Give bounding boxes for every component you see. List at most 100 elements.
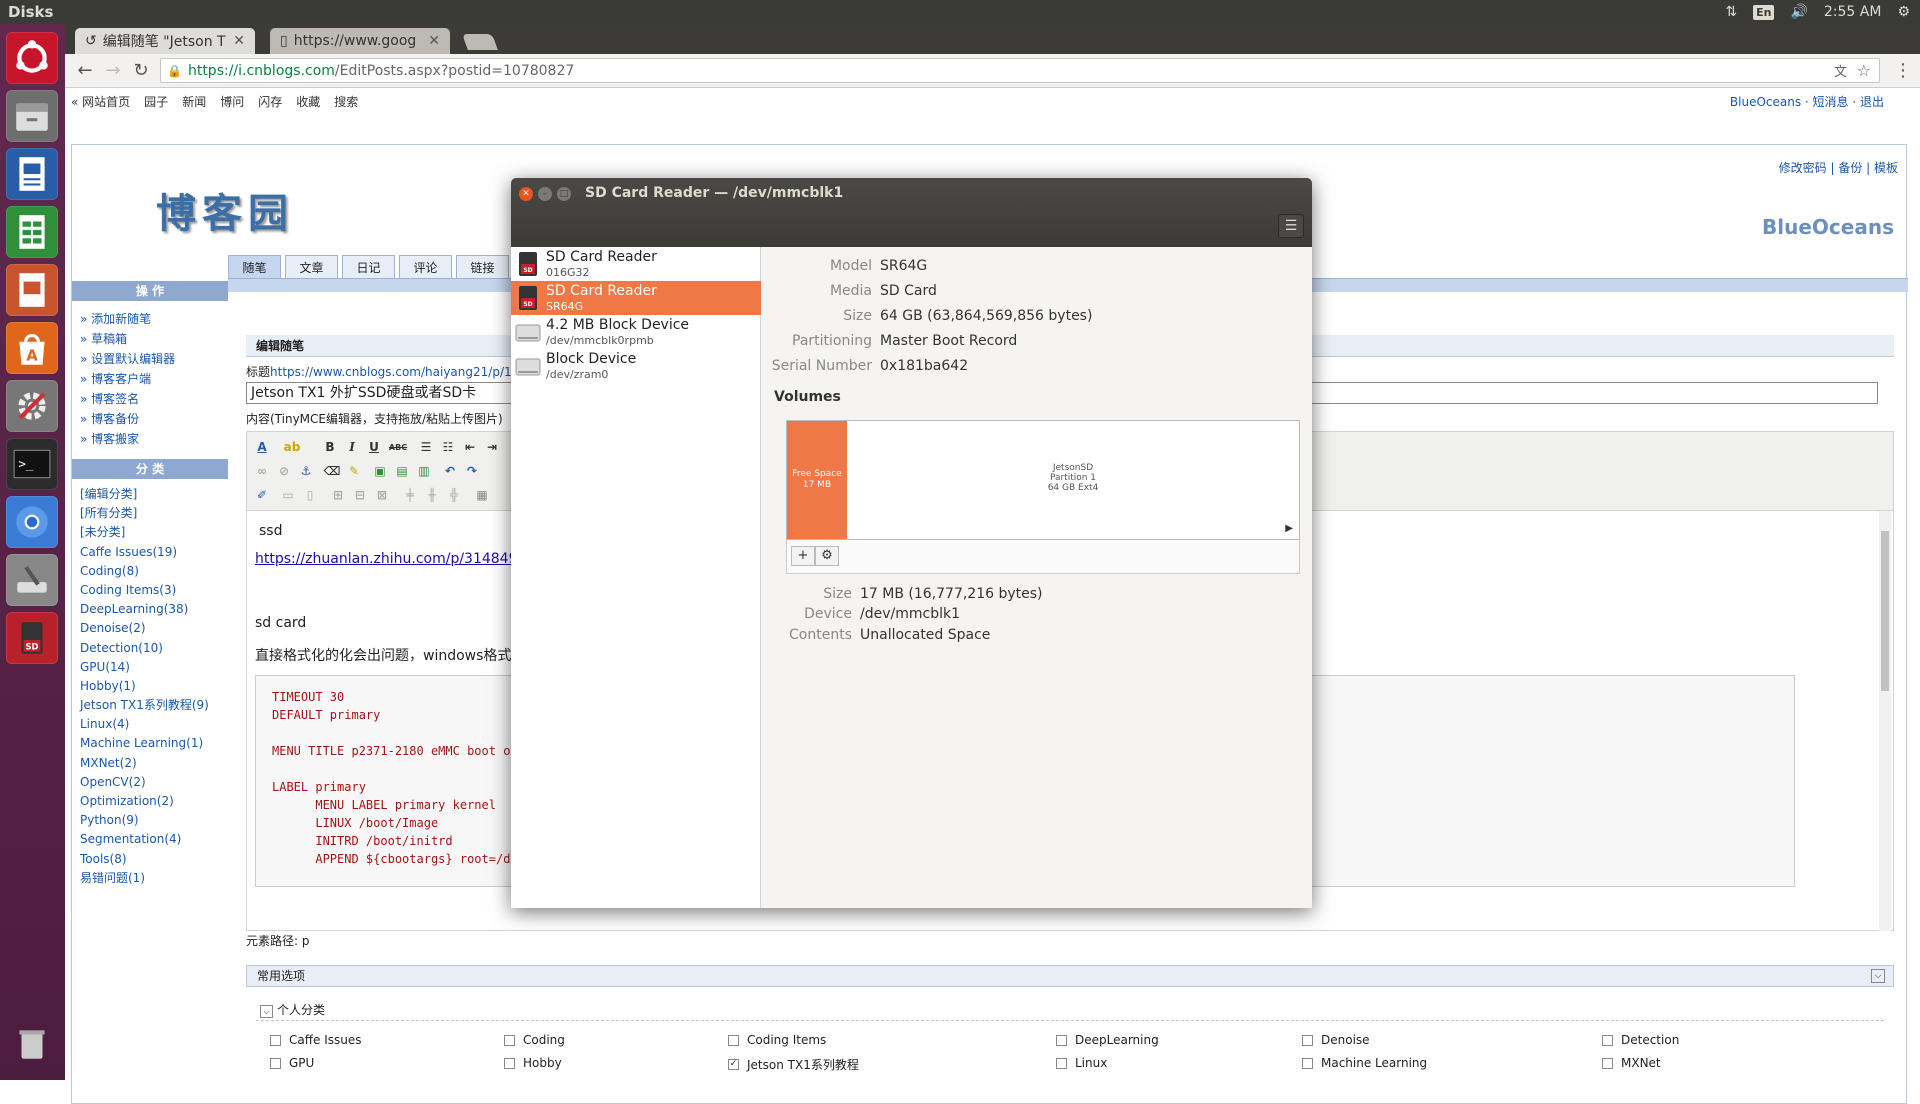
gears-icon[interactable]: ⚙ xyxy=(815,546,839,566)
ubuntu-dash-icon[interactable] xyxy=(6,32,58,84)
numbered-list-icon[interactable]: ☷ xyxy=(439,438,457,456)
collapse-icon[interactable]: ⌵ xyxy=(260,1005,273,1018)
redo-icon[interactable]: ↷ xyxy=(463,462,481,480)
category-link[interactable]: 易错问题(1) xyxy=(80,869,228,888)
category-checkbox[interactable]: Caffe Issues xyxy=(270,1033,361,1047)
op-migrate[interactable]: » 博客搬家 xyxy=(80,429,228,449)
category-link[interactable]: GPU(14) xyxy=(80,658,228,677)
scrollbar-thumb[interactable] xyxy=(1881,531,1889,691)
category-link[interactable]: Machine Learning(1) xyxy=(80,734,228,753)
device-item-selected[interactable]: SD SD Card Reader SR64G xyxy=(511,281,761,315)
post-permalink[interactable]: https://www.cnblogs.com/haiyang21/p/1078… xyxy=(270,365,550,379)
nav-news-link[interactable]: 新闻 xyxy=(182,93,206,110)
op-add-post[interactable]: » 添加新随笔 xyxy=(80,309,228,329)
category-link[interactable]: Segmentation(4) xyxy=(80,830,228,849)
bullet-list-icon[interactable]: ☰ xyxy=(417,438,435,456)
system-settings-icon[interactable] xyxy=(6,380,58,432)
checkbox-box[interactable] xyxy=(270,1034,281,1046)
device-item[interactable]: SD SD Card Reader 016G32 xyxy=(511,247,761,281)
tab-google[interactable]: ▯ https://www.goog ✕ xyxy=(270,28,450,54)
editor-link[interactable]: https://zhuanlan.zhihu.com/p/31484956 xyxy=(255,551,535,567)
checkbox-box[interactable] xyxy=(1302,1057,1313,1069)
new-tab-button[interactable] xyxy=(462,34,498,50)
category-link[interactable]: Denoise(2) xyxy=(80,619,228,638)
link-icon[interactable]: ∞ xyxy=(253,462,271,480)
font-color-icon[interactable]: A xyxy=(253,438,271,456)
insert-image-icon[interactable]: ▣ xyxy=(371,462,389,480)
checkbox-box[interactable] xyxy=(1302,1034,1313,1046)
category-checkbox[interactable]: Machine Learning xyxy=(1302,1056,1427,1070)
common-options-heading[interactable]: 常用选项 ⌵ xyxy=(246,965,1894,987)
sd-card-app-icon[interactable]: SD xyxy=(6,612,58,664)
volume-icon[interactable]: 🔊 xyxy=(1790,4,1807,20)
browser-menu-icon[interactable]: ⋮ xyxy=(1894,60,1912,81)
category-checkbox[interactable]: Hobby xyxy=(504,1056,562,1070)
nav-question-link[interactable]: 博问 xyxy=(220,93,244,110)
writer-icon[interactable] xyxy=(6,148,58,200)
category-checkbox[interactable]: GPU xyxy=(270,1056,314,1070)
media-icon[interactable]: ▥ xyxy=(415,462,433,480)
category-link[interactable]: Detection(10) xyxy=(80,639,228,658)
nav-garden-link[interactable]: 园子 xyxy=(144,93,168,110)
forward-arrow-icon[interactable]: → xyxy=(99,57,127,85)
table-col-icon[interactable]: ▯ xyxy=(301,486,319,504)
category-checkbox[interactable]: ✓ Jetson TX1系列教程 xyxy=(728,1056,859,1073)
account-links[interactable]: 修改密码 | 备份 | 模板 xyxy=(1779,159,1898,176)
bold-icon[interactable]: B xyxy=(321,438,339,456)
category-checkbox[interactable]: DeepLearning xyxy=(1056,1033,1159,1047)
bookmark-star-icon[interactable]: ☆ xyxy=(1857,61,1871,80)
tab-edit-post[interactable]: ↺ 编辑随笔 "Jetson T ✕ xyxy=(75,28,255,54)
category-link[interactable]: Python(9) xyxy=(80,811,228,830)
category-link[interactable]: Optimization(2) xyxy=(80,792,228,811)
maximize-icon[interactable]: □ xyxy=(557,187,571,201)
eraser-icon[interactable]: ⌫ xyxy=(323,462,341,480)
clock[interactable]: 2:55 AM xyxy=(1824,4,1882,20)
table-icon[interactable]: ▦ xyxy=(473,486,491,504)
category-link[interactable]: Caffe Issues(19) xyxy=(80,543,228,562)
category-link[interactable]: Linux(4) xyxy=(80,715,228,734)
delete-col-icon[interactable]: ╫ xyxy=(423,486,441,504)
category-link[interactable]: OpenCV(2) xyxy=(80,773,228,792)
category-link[interactable]: Coding(8) xyxy=(80,562,228,581)
op-client[interactable]: » 博客客户端 xyxy=(80,369,228,389)
close-icon[interactable]: ✕ xyxy=(519,187,533,201)
chromium-icon[interactable] xyxy=(6,496,58,548)
checkbox-box[interactable] xyxy=(1602,1034,1613,1046)
software-center-icon[interactable]: A xyxy=(6,322,58,374)
checkbox-box[interactable] xyxy=(270,1057,281,1069)
partition-segment[interactable]: JetsonSD Partition 1 64 GB Ext4 xyxy=(847,421,1299,539)
checkbox-box[interactable] xyxy=(1602,1057,1613,1069)
indent-icon[interactable]: ⇥ xyxy=(483,438,501,456)
user-links[interactable]: BlueOceans · 短消息 · 退出 xyxy=(1730,93,1884,110)
op-default-editor[interactable]: » 设置默认编辑器 xyxy=(80,349,228,369)
network-icon[interactable]: ⇅ xyxy=(1725,4,1737,20)
category-link[interactable]: [所有分类] xyxy=(80,504,228,523)
expand-arrow-icon[interactable]: ▶ xyxy=(1285,523,1293,534)
checkbox-box[interactable] xyxy=(504,1057,515,1069)
tab-comments[interactable]: 评论 xyxy=(399,255,452,278)
calc-icon[interactable] xyxy=(6,206,58,258)
image-icon[interactable]: ▤ xyxy=(393,462,411,480)
checkbox-box[interactable]: ✓ xyxy=(728,1059,739,1070)
trash-icon[interactable] xyxy=(6,1018,58,1070)
category-link[interactable]: MXNet(2) xyxy=(80,754,228,773)
edit-html-icon[interactable]: ✐ xyxy=(253,486,271,504)
nav-home-link[interactable]: « 网站首页 xyxy=(71,93,130,110)
italic-icon[interactable]: I xyxy=(343,438,361,456)
nav-flash-link[interactable]: 闪存 xyxy=(258,93,282,110)
minimize-icon[interactable]: – xyxy=(538,187,552,201)
category-link[interactable]: [编辑分类] xyxy=(80,485,228,504)
checkbox-box[interactable] xyxy=(504,1034,515,1046)
tab-articles[interactable]: 文章 xyxy=(285,255,338,278)
nav-search-link[interactable]: 搜索 xyxy=(334,93,358,110)
category-link[interactable]: [未分类] xyxy=(80,523,228,542)
category-link[interactable]: DeepLearning(38) xyxy=(80,600,228,619)
hamburger-menu-icon[interactable]: ☰ xyxy=(1278,214,1304,238)
checkbox-box[interactable] xyxy=(1056,1034,1067,1046)
nav-favorites-link[interactable]: 收藏 xyxy=(296,93,320,110)
anchor-icon[interactable]: ⚓ xyxy=(297,462,315,480)
op-backup[interactable]: » 博客备份 xyxy=(80,409,228,429)
category-checkbox[interactable]: Linux xyxy=(1056,1056,1107,1070)
close-icon[interactable]: ✕ xyxy=(428,33,440,49)
terminal-icon[interactable]: >_ xyxy=(6,438,58,490)
